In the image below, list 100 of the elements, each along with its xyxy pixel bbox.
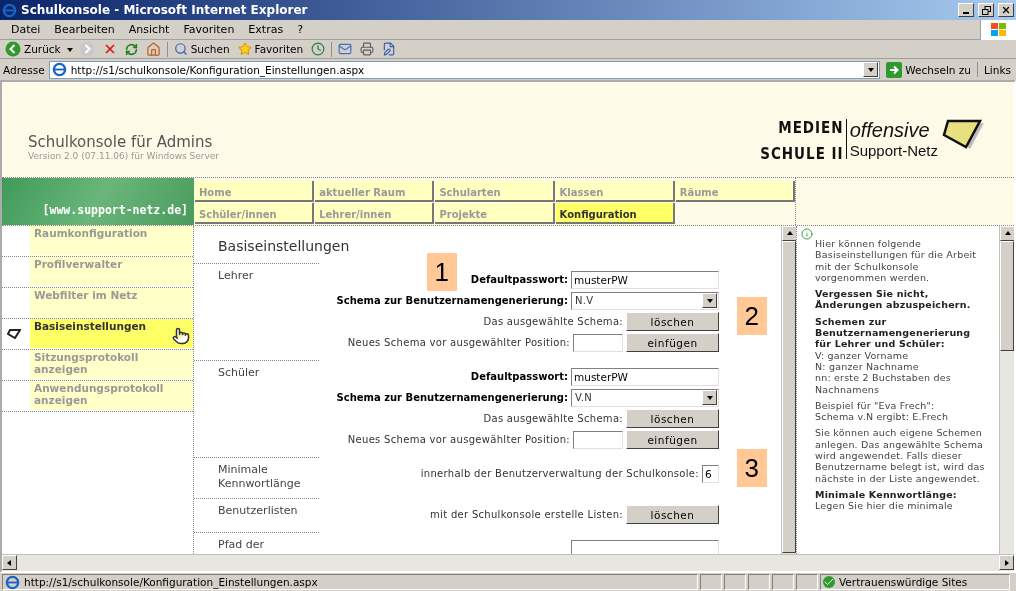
help-text: Hier können folgende Basiseinstellungen für die Arbeit mit der Schulkonsole vorgenommen werden. xyxy=(815,238,978,284)
help-text: Schemen zur Benutzernamengenerierung für Lehrer und Schüler: xyxy=(815,315,972,350)
logo-text: offensive xyxy=(845,119,930,142)
restore-icon xyxy=(981,5,991,15)
sidebar-item[interactable]: Basiseinstellungen xyxy=(2,319,193,350)
help-text: V: ganzer Vorname xyxy=(815,349,910,361)
site-title: Schulkonsole für Admins xyxy=(28,133,214,151)
menu-item[interactable]: Ansicht xyxy=(121,23,177,36)
scrollbar[interactable] xyxy=(999,226,1014,554)
field-label: Schema zur Benutzernamengenerierung: xyxy=(336,295,568,306)
search-icon xyxy=(173,42,188,56)
scrollbar[interactable] xyxy=(2,554,1014,571)
browser-icon xyxy=(51,62,67,77)
annotation-badge: 1 xyxy=(427,253,457,291)
help-text: nn: erste 2 Buchstaben des Nachnamens xyxy=(815,372,952,395)
logo-text: SCHULE II xyxy=(760,145,844,163)
text-field[interactable]: 6 xyxy=(702,464,719,483)
info-icon xyxy=(801,228,813,240)
check-icon xyxy=(823,576,835,588)
text-field[interactable]: musterPW xyxy=(571,367,719,386)
hand-cursor-icon xyxy=(172,327,190,345)
dropdown-button[interactable] xyxy=(702,390,717,405)
annotation-badge: 2 xyxy=(737,297,767,335)
text-field[interactable]: musterPW xyxy=(571,270,719,289)
star-icon xyxy=(237,42,252,56)
help-text: Beispiel für "Eva Frech": xyxy=(815,399,936,412)
help-text: N: ganzer Nachname xyxy=(815,360,920,373)
status-pane xyxy=(772,574,794,590)
help-text: Schema v.N ergibt: E.Frech xyxy=(815,411,950,423)
address-field[interactable]: http://s1/schulkonsole/Konfiguration_Einstellungen.aspx xyxy=(48,60,881,79)
field-label: Defaultpasswort: xyxy=(470,371,568,382)
field-label: Neues Schema vor ausgewählter Position: xyxy=(347,337,570,348)
printer-icon xyxy=(360,42,375,56)
browser-icon xyxy=(5,574,20,590)
text-field[interactable] xyxy=(573,430,623,449)
form-button[interactable]: löschen xyxy=(626,409,719,428)
go-button[interactable]: Wechseln zu xyxy=(884,60,973,79)
home-icon xyxy=(145,41,161,57)
help-text: Sie können auch eigene Schemen anlegen. Das angewählte Schema wird angewendet. Falls dieser Benutzername belegt ist, wird das nächste in der Liste angewendet. xyxy=(815,427,986,484)
scroll-thumb[interactable] xyxy=(1000,241,1014,351)
logo-text: Support-Netz xyxy=(845,142,938,159)
mail-icon xyxy=(338,42,353,56)
field-label: Neues Schema vor ausgewählter Position: xyxy=(347,434,570,445)
form-button[interactable]: löschen xyxy=(626,505,719,524)
status-pane xyxy=(724,574,746,590)
help-text: Minimale Kennwortlänge: xyxy=(815,488,958,501)
menu-item[interactable]: Favoriten xyxy=(176,23,242,36)
field-label: innerhalb der Benutzerverwaltung der Schulkonsole: xyxy=(420,468,699,479)
status-pane xyxy=(700,574,722,590)
field-label: Defaultpasswort: xyxy=(470,274,568,285)
field-label: Das ausgewählte Schema: xyxy=(483,316,623,327)
menu-item[interactable]: ? xyxy=(290,23,310,36)
help-text: Legen Sie hier die minimale xyxy=(815,500,954,512)
field-label: Das ausgewählte Schema: xyxy=(483,413,623,424)
status-text: http://s1/schulkonsole/Konfiguration_Einstellungen.aspx xyxy=(2,574,698,590)
close-icon xyxy=(1001,5,1011,15)
help-text: Vergessen Sie nicht, Änderungen abzuspeichern. xyxy=(815,288,972,311)
field-label: Schema zur Benutzernamengenerierung: xyxy=(336,392,568,403)
search-button[interactable]: Suchen xyxy=(171,40,232,58)
pencil-icon xyxy=(7,329,21,339)
browser-icon xyxy=(2,2,17,18)
dropdown-button[interactable] xyxy=(863,62,879,77)
dropdown-button[interactable] xyxy=(702,293,717,308)
text-field[interactable] xyxy=(571,539,719,554)
back-button[interactable]: Zurück xyxy=(3,40,63,58)
site-banner: [www.support-netz.de] xyxy=(2,178,194,225)
status-pane xyxy=(796,574,818,590)
form-button[interactable]: löschen xyxy=(626,312,719,331)
status-pane xyxy=(748,574,770,590)
annotation-badge: 3 xyxy=(737,449,767,487)
section-label: Schüler xyxy=(194,360,319,450)
dropdown[interactable]: N.V xyxy=(571,291,719,310)
restore-button[interactable] xyxy=(978,3,994,17)
address-label: Adresse xyxy=(3,63,45,76)
section-label: Benutzerlisten xyxy=(194,498,319,525)
scroll-left-button[interactable] xyxy=(2,555,17,570)
refresh-icon xyxy=(124,42,138,56)
field-label: mit der Schulkonsole erstelle Listen: xyxy=(430,509,623,520)
links-button[interactable]: Links xyxy=(982,60,1013,79)
close-button[interactable] xyxy=(998,3,1014,17)
form-button[interactable]: einfügen xyxy=(626,333,719,352)
dropdown[interactable]: V.N xyxy=(571,388,719,407)
form-button[interactable]: einfügen xyxy=(626,430,719,449)
menu-item[interactable]: Datei xyxy=(4,23,48,36)
scroll-up-button[interactable] xyxy=(1000,226,1014,241)
text-field[interactable] xyxy=(573,333,623,352)
menu-item[interactable]: Extras xyxy=(241,23,291,36)
section-label: Minimale Kennwortlänge xyxy=(194,457,319,491)
window-title: Schulkonsole - Microsoft Internet Explorer xyxy=(21,3,309,17)
scroll-right-button[interactable] xyxy=(999,555,1014,570)
nav-tab[interactable]: Konfiguration xyxy=(555,203,675,224)
security-zone: Vertrauenswürdige Sites xyxy=(820,574,1010,590)
edit-icon xyxy=(382,42,397,56)
favorites-button[interactable]: Favoriten xyxy=(235,40,306,58)
minimize-button[interactable] xyxy=(958,3,974,17)
menu-item[interactable]: Bearbeiten xyxy=(47,23,122,36)
clock-icon xyxy=(311,42,326,56)
section-label: Lehrer xyxy=(194,263,319,353)
logo-text: MEDIEN xyxy=(778,119,844,137)
site-subtitle: Version 2.0 (07.11.06) für Windows Server xyxy=(28,151,220,161)
